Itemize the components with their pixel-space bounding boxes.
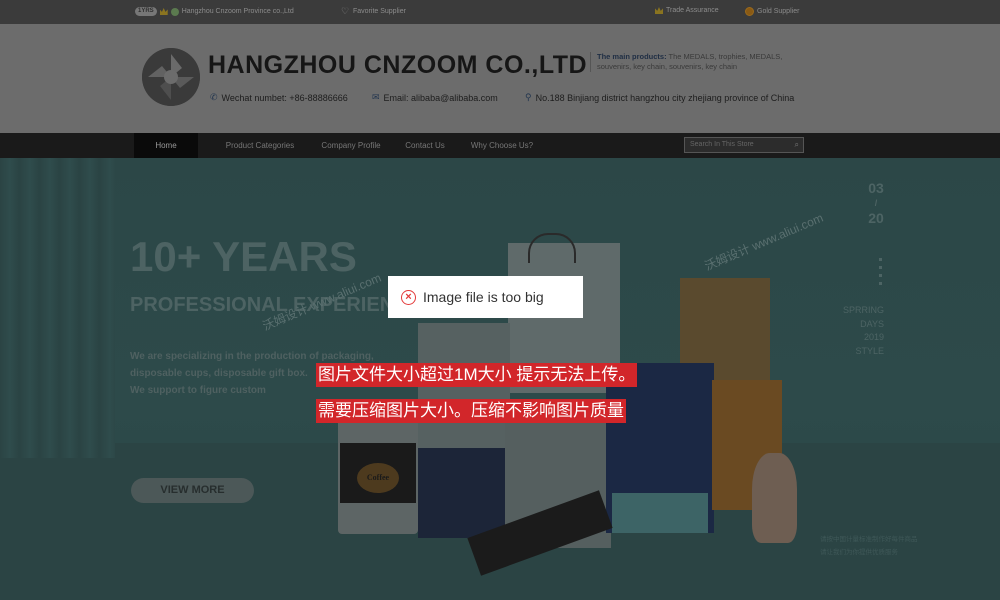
error-toast: × Image file is too big (388, 276, 583, 318)
annotation-line: 需要压缩图片大小。压缩不影响图片质量 (316, 399, 626, 423)
banner-date: 03 / 20 (860, 180, 892, 226)
address-text: No.188 Binjiang district hangzhou city z… (535, 92, 795, 103)
wechat-contact: ✆ Wechat numbet: +86-88886666 (210, 92, 348, 103)
main-products: The main products: The MEDALS, trophies,… (590, 52, 802, 72)
trade-assurance-icon (655, 7, 663, 14)
error-message: Image file is too big (423, 289, 544, 305)
small-cn-line: 请让我们为你提供优质服务 (820, 549, 898, 556)
page: 1YRS Hangzhou Cnzoom Province co.,Ltd ♡ … (0, 0, 1000, 600)
email-text: Email: alibaba@alibaba.com (383, 92, 498, 103)
mail-icon: ✉ (372, 92, 380, 102)
crown-icon (159, 8, 168, 15)
trade-assurance-label: Trade Assurance (666, 7, 719, 14)
coffee-label-icon: Coffee (357, 463, 399, 493)
style-line: SPRRING (842, 305, 884, 315)
years-badge: 1YRS (135, 7, 157, 16)
style-line: STYLE (855, 345, 884, 356)
phone-icon: ✆ (210, 92, 218, 102)
trade-assurance-link[interactable]: Trade Assurance (655, 7, 719, 14)
bag-handle (528, 233, 576, 263)
company-logo[interactable] (142, 48, 200, 106)
small-cn-caption: 请按中国计量标准制作好每件商品 请让我们为你提供优质服务 (820, 533, 918, 559)
location-pin-icon: ⚲ (525, 92, 532, 102)
search-icon[interactable]: ⌕ (795, 138, 799, 152)
search-placeholder: Search In This Store (690, 141, 754, 148)
flag-icon (170, 7, 179, 16)
email-contact[interactable]: ✉ Email: alibaba@alibaba.com (372, 92, 498, 103)
annotation-line: 图片文件大小超过1M大小 提示无法上传。 (316, 363, 638, 387)
dot (879, 274, 882, 277)
style-caption: SPRRING DAYS 2019 STYLE (830, 304, 884, 358)
company-small-name: Hangzhou Cnzoom Province co.,Ltd (181, 8, 294, 15)
nav-product-categories[interactable]: Product Categories (218, 133, 302, 158)
dot (879, 282, 882, 285)
company-name: HANGZHOU CNZOOM CO.,LTD (208, 51, 588, 79)
error-icon: × (401, 289, 416, 305)
favorite-supplier-link[interactable]: ♡ Favorite Supplier (341, 6, 406, 16)
watermark: 沃姆设计 www.aliui.com (702, 210, 826, 274)
date-number: 20 (868, 210, 884, 226)
curtain-decoration (0, 158, 115, 458)
gold-supplier-label: Gold Supplier (757, 8, 800, 15)
navy-box (418, 448, 510, 538)
address-contact: ⚲ No.188 Binjiang district hangzhou city… (525, 92, 794, 103)
heart-icon: ♡ (341, 6, 350, 16)
style-line: DAYS (860, 318, 884, 329)
gold-supplier-icon (745, 7, 754, 16)
dot (879, 266, 882, 269)
vertical-dots (879, 258, 882, 290)
nav-company-profile[interactable]: Company Profile (314, 133, 388, 158)
small-cn-line: 请按中国计量标准制作好每件商品 (820, 536, 918, 543)
date-day: 03 (868, 180, 884, 196)
gold-supplier-link[interactable]: Gold Supplier (745, 7, 799, 16)
view-more-button[interactable]: VIEW MORE (131, 478, 254, 503)
main-nav: Home Product Categories Company Profile … (0, 133, 1000, 158)
banner-years-heading: 10+ YEARS (130, 233, 357, 280)
style-line: 2019 (863, 332, 884, 342)
header: HANGZHOU CNZOOM CO.,LTD The main product… (0, 24, 1000, 133)
teal-pouch-bottom (612, 493, 708, 533)
dot (879, 258, 882, 261)
favorite-label: Favorite Supplier (353, 7, 406, 15)
bunny-figure (752, 453, 797, 543)
supplier-info: 1YRS Hangzhou Cnzoom Province co.,Ltd (135, 7, 294, 16)
store-search-input[interactable]: Search In This Store ⌕ (684, 137, 804, 153)
nav-contact-us[interactable]: Contact Us (398, 133, 452, 158)
wechat-text: Wechat numbet: +86-88886666 (221, 92, 348, 103)
date-slash: / (874, 198, 878, 208)
main-products-label: The main products: (597, 52, 667, 61)
top-bar: 1YRS Hangzhou Cnzoom Province co.,Ltd ♡ … (0, 0, 1000, 24)
nav-home[interactable]: Home (134, 133, 198, 158)
logo-icon (142, 48, 200, 106)
nav-why-choose-us[interactable]: Why Choose Us? (462, 133, 542, 158)
